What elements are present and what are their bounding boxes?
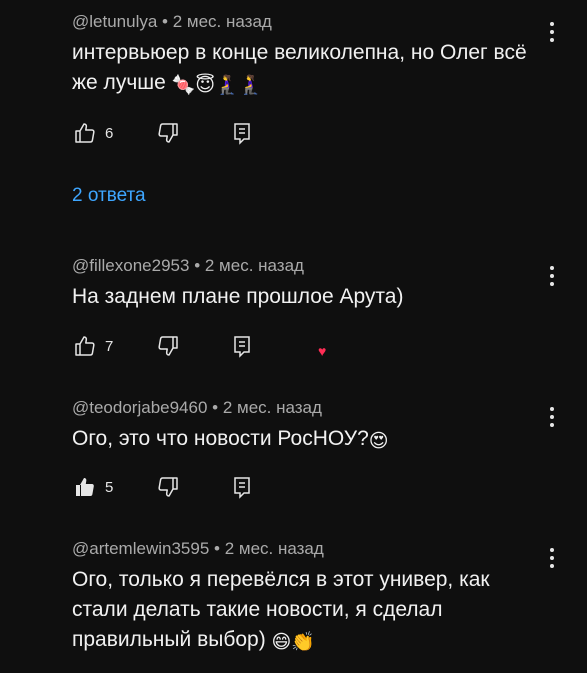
comment-meta: @letunulya • 2 мес. назад xyxy=(72,12,587,32)
comment-author[interactable]: @letunulya xyxy=(72,12,157,31)
creator-heart-icon: ♥ xyxy=(318,343,327,359)
reply-icon[interactable] xyxy=(229,334,255,358)
comment-text: Ого, это что новости РосНОУ?😍 xyxy=(72,424,542,454)
replies-link[interactable]: 2 ответа xyxy=(72,185,146,207)
more-options-icon[interactable] xyxy=(543,264,559,290)
comment-text: интервьюер в конце великолепна, но Олег … xyxy=(72,38,542,98)
meta-separator: • xyxy=(212,398,219,417)
comment: @fillexone2953 • 2 мес. назад На заднем … xyxy=(72,256,587,312)
comment-meta: @fillexone2953 • 2 мес. назад xyxy=(72,256,587,276)
like-icon[interactable] xyxy=(72,121,98,145)
meta-separator: • xyxy=(162,12,168,31)
comment-body: На заднем плане прошлое Арута) xyxy=(72,285,404,308)
like-count: 5 xyxy=(105,478,114,496)
comment-actions: 6 xyxy=(72,121,255,145)
comment: @teodorjabe9460 • 2 мес. назад Ого, это … xyxy=(72,398,587,454)
reply-icon[interactable] xyxy=(229,121,255,145)
comment-emojis: 😄👏 xyxy=(271,631,316,653)
more-options-icon[interactable] xyxy=(543,546,559,572)
comment-age: 2 мес. назад xyxy=(224,539,324,558)
more-options-icon[interactable] xyxy=(543,405,559,431)
like-count: 6 xyxy=(105,124,114,142)
meta-separator: • xyxy=(194,256,201,275)
comment-actions: 5 xyxy=(72,475,255,499)
comment-text: На заднем плане прошлое Арута) xyxy=(72,282,542,312)
comment-meta: @artemlewin3595 • 2 мес. назад xyxy=(72,539,587,559)
like-icon[interactable] xyxy=(72,334,98,358)
comment-age: 2 мес. назад xyxy=(222,398,322,417)
dislike-icon[interactable] xyxy=(155,121,181,145)
comment-author[interactable]: @artemlewin3595 xyxy=(72,539,209,558)
more-options-icon[interactable] xyxy=(543,20,559,46)
comment-author[interactable]: @fillexone2953 xyxy=(72,256,189,275)
comment-actions: 7 xyxy=(72,334,255,358)
dislike-icon[interactable] xyxy=(155,334,181,358)
comment-author[interactable]: @teodorjabe9460 xyxy=(72,398,207,417)
comment-emojis: 🍬😇🧎‍♀️🧎‍♀️ xyxy=(171,74,263,96)
like-count: 7 xyxy=(105,337,114,355)
comment: @letunulya • 2 мес. назад интервьюер в к… xyxy=(72,12,587,98)
comment-meta: @teodorjabe9460 • 2 мес. назад xyxy=(72,398,587,418)
like-icon[interactable] xyxy=(72,475,98,499)
comment-body: интервьюер в конце великолепна, но Олег … xyxy=(72,41,527,94)
dislike-icon[interactable] xyxy=(155,475,181,499)
comment-text: Ого, только я перевёлся в этот универ, к… xyxy=(72,565,527,655)
comment-emojis: 😍 xyxy=(368,430,389,452)
comment-age: 2 мес. назад xyxy=(172,12,272,31)
comment-body: Ого, это что новости РосНОУ? xyxy=(72,427,369,450)
meta-separator: • xyxy=(214,539,220,558)
comment: @artemlewin3595 • 2 мес. назад Ого, толь… xyxy=(72,539,587,655)
comment-age: 2 мес. назад xyxy=(204,256,304,275)
reply-icon[interactable] xyxy=(229,475,255,499)
